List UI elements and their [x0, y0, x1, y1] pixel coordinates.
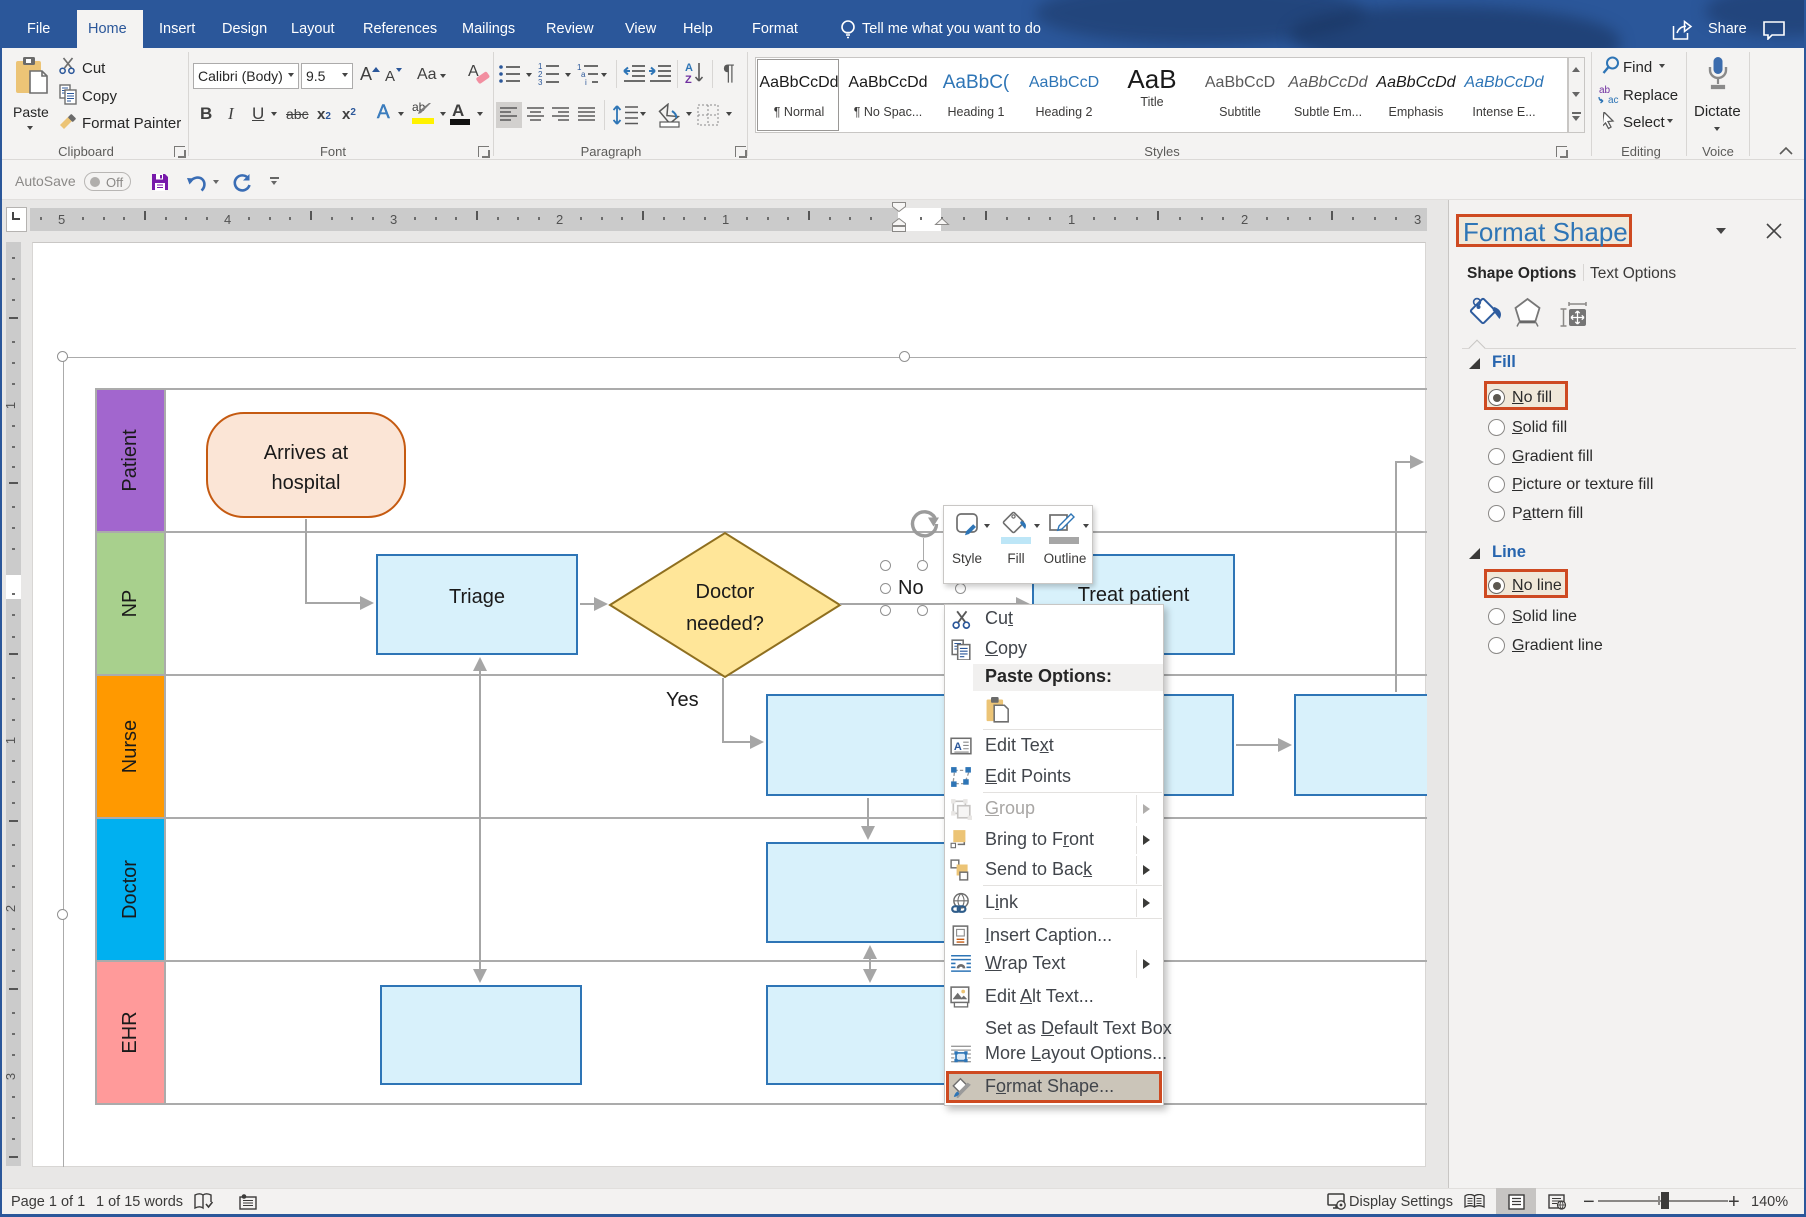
svg-text:3: 3 — [538, 78, 543, 85]
svg-text:ac: ac — [1608, 95, 1619, 104]
svg-text:Z: Z — [685, 74, 692, 85]
svg-text:i: i — [585, 78, 587, 85]
svg-text:A: A — [954, 741, 962, 753]
svg-text:A: A — [685, 62, 693, 74]
